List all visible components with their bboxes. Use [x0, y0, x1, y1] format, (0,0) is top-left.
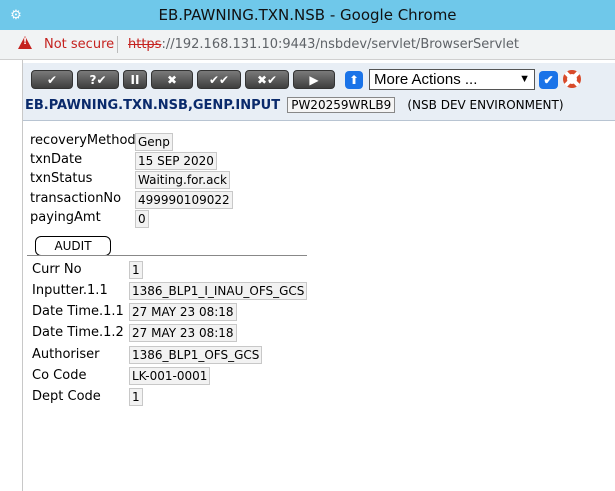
audit-label: Date Time.1.1: [32, 304, 124, 319]
authorise-button[interactable]: ✔✔: [197, 70, 241, 89]
transaction-id-field[interactable]: PW20259WRLB9: [287, 97, 396, 113]
audit-value: 1386_BLP1_I_INAU_OFS_GCS: [129, 282, 308, 300]
more-actions-select[interactable]: More Actions ... ▼: [369, 69, 535, 90]
field-label: txnDate: [30, 152, 83, 167]
go-check-icon[interactable]: ✔: [539, 71, 558, 89]
reverse-button[interactable]: ✖✔: [245, 70, 289, 89]
tab-divider: [27, 255, 307, 256]
validate-button[interactable]: ?✔: [77, 70, 119, 89]
next-button[interactable]: ▶: [293, 70, 335, 89]
field-label: payingAmt: [30, 210, 101, 225]
audit-label: Inputter.1.1: [32, 283, 108, 298]
delete-button[interactable]: ✖: [151, 70, 193, 89]
audit-value: 1: [129, 388, 143, 406]
version-header: EB.PAWNING.TXN.NSB,GENP.INPUT PW20259WRL…: [25, 97, 564, 113]
more-actions-value: More Actions ...: [374, 71, 478, 88]
url-scheme: https: [128, 37, 162, 52]
txn-toolbar: ✔ ?✔ II ✖ ✔✔ ✖✔ ▶ ⬆ More Actions ... ▼ ✔…: [23, 63, 615, 121]
lifebuoy-help-icon[interactable]: [563, 70, 581, 88]
audit-value: 27 MAY 23 08:18: [129, 303, 237, 321]
field-value: 499990109022: [135, 191, 233, 209]
audit-label: Authoriser: [32, 347, 100, 362]
hold-button[interactable]: II: [123, 70, 147, 89]
upload-icon[interactable]: ⬆: [345, 71, 363, 89]
url-field[interactable]: https://192.168.131.10:9443/nsbdev/servl…: [128, 37, 519, 52]
audit-value: 1386_BLP1_OFS_GCS: [129, 346, 263, 364]
audit-label: Date Time.1.2: [32, 325, 124, 340]
audit-value: 27 MAY 23 08:18: [129, 324, 237, 342]
left-frame: [0, 60, 23, 491]
field-value: Waiting.for.ack: [135, 171, 230, 189]
url-rest: ://192.168.131.10:9443/nsbdev/servlet/Br…: [161, 37, 519, 52]
txn-form: recoveryMethod Genp txnDate 15 SEP 2020 …: [23, 121, 615, 491]
warning-icon[interactable]: [18, 36, 32, 49]
audit-label: Co Code: [32, 368, 87, 383]
window-title: EB.PAWNING.TXN.NSB - Google Chrome: [158, 6, 457, 24]
field-label: recoveryMethod: [30, 133, 136, 148]
audit-label: Curr No: [32, 262, 82, 277]
commit-button[interactable]: ✔: [31, 70, 73, 89]
address-separator: [117, 36, 118, 53]
address-bar[interactable]: Not secure https://192.168.131.10:9443/n…: [0, 30, 615, 60]
version-name: EB.PAWNING.TXN.NSB,GENP.INPUT: [25, 98, 281, 113]
field-label: txnStatus: [30, 171, 93, 186]
window-title-bar: ⚙ EB.PAWNING.TXN.NSB - Google Chrome: [0, 0, 615, 30]
field-value: 0: [135, 210, 149, 228]
tab-audit[interactable]: AUDIT: [35, 236, 111, 256]
audit-value: LK-001-0001: [129, 367, 211, 385]
audit-label: Dept Code: [32, 389, 101, 404]
field-label: transactionNo: [30, 191, 122, 206]
chevron-down-icon: ▼: [519, 73, 530, 85]
audit-value: 1: [129, 261, 143, 279]
field-value: 15 SEP 2020: [135, 152, 217, 170]
security-indicator[interactable]: Not secure: [44, 37, 114, 52]
environment-label: (NSB DEV ENVIRONMENT): [407, 98, 564, 112]
field-value: Genp: [135, 133, 173, 151]
